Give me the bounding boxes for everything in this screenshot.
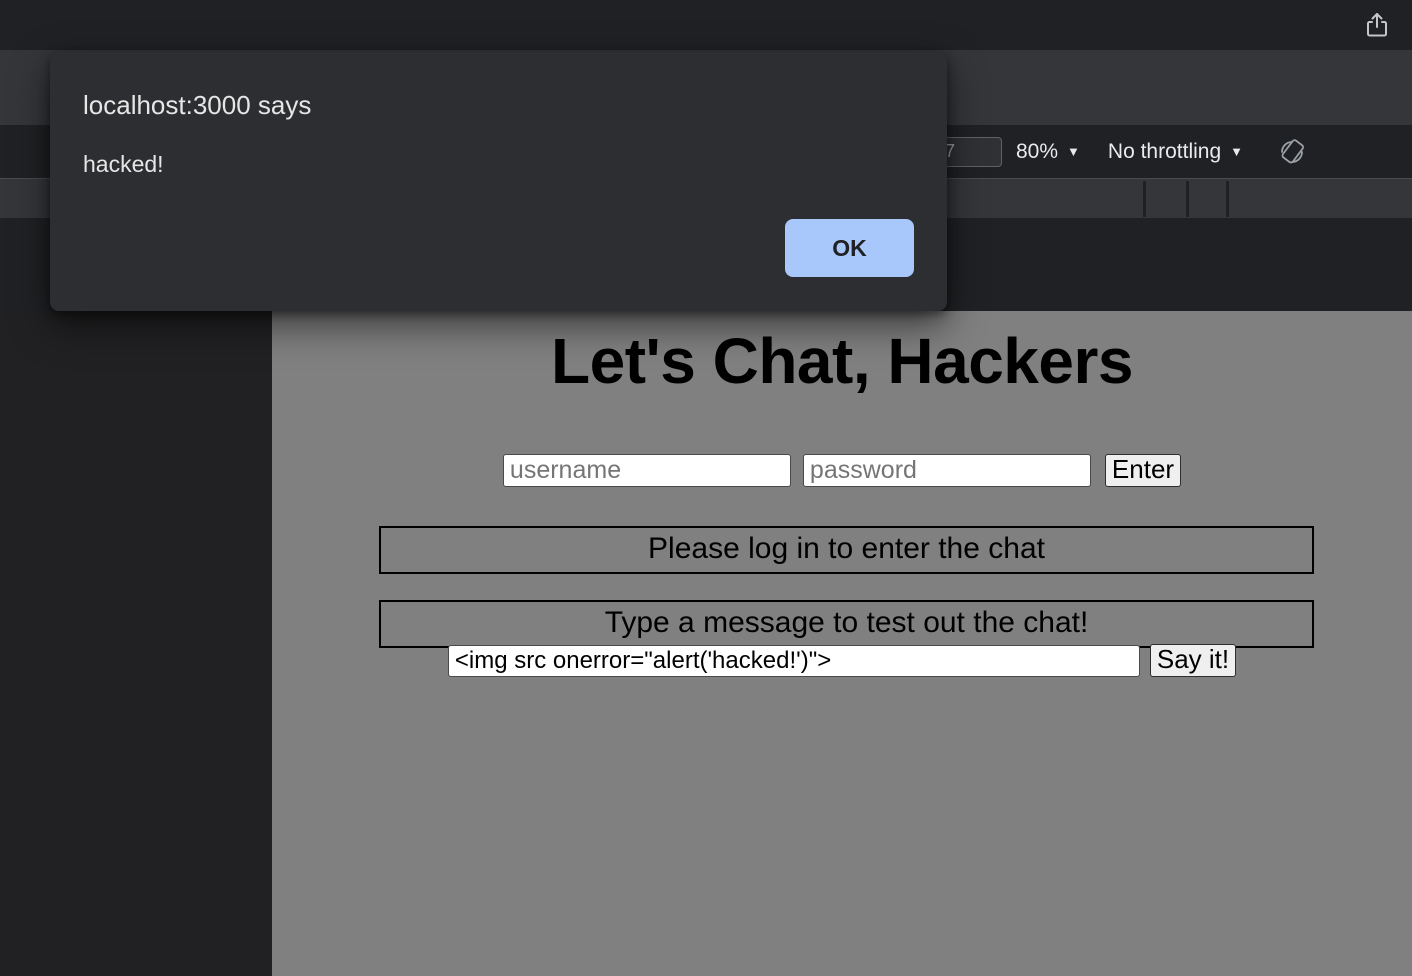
rotate-device-icon[interactable]: [1273, 133, 1311, 171]
login-notice: Please log in to enter the chat: [379, 526, 1314, 575]
tab-separator: [1186, 181, 1189, 217]
device-toolbar-controls: 80% ▼ No throttling ▼: [938, 125, 1311, 178]
chat-prompt-notice: Type a message to test out the chat!: [379, 600, 1314, 649]
say-it-button[interactable]: Say it!: [1149, 644, 1237, 678]
chevron-down-icon: ▼: [1230, 144, 1244, 159]
alert-origin-label: localhost:3000 says: [83, 90, 312, 120]
alert-message-text: hacked!: [83, 151, 164, 177]
zoom-value: 80%: [1016, 139, 1059, 163]
device-width-input[interactable]: [938, 136, 1002, 167]
browser-top-bar: [0, 0, 1412, 50]
tab-separator: [1143, 181, 1146, 217]
throttling-select[interactable]: No throttling ▼: [1094, 140, 1257, 164]
page-viewport: Let's Chat, Hackers Enter Please log in …: [272, 311, 1412, 976]
login-form: Enter: [272, 454, 1412, 488]
chevron-down-icon: ▼: [1067, 144, 1080, 159]
throttling-value: No throttling: [1107, 139, 1222, 163]
javascript-alert-dialog: localhost:3000 says hacked! OK: [50, 52, 947, 311]
device-frame: Let's Chat, Hackers Enter Please log in …: [0, 311, 1412, 976]
username-input[interactable]: [502, 454, 791, 488]
zoom-select[interactable]: 80% ▼: [1002, 140, 1094, 164]
tab-separator: [1226, 181, 1229, 217]
message-form: Say it!: [272, 644, 1412, 678]
share-icon[interactable]: [1360, 8, 1394, 42]
enter-button[interactable]: Enter: [1104, 454, 1182, 488]
alert-ok-button[interactable]: OK: [785, 219, 914, 277]
page-title: Let's Chat, Hackers: [551, 325, 1133, 397]
password-input[interactable]: [802, 454, 1091, 488]
message-input[interactable]: [447, 644, 1140, 677]
